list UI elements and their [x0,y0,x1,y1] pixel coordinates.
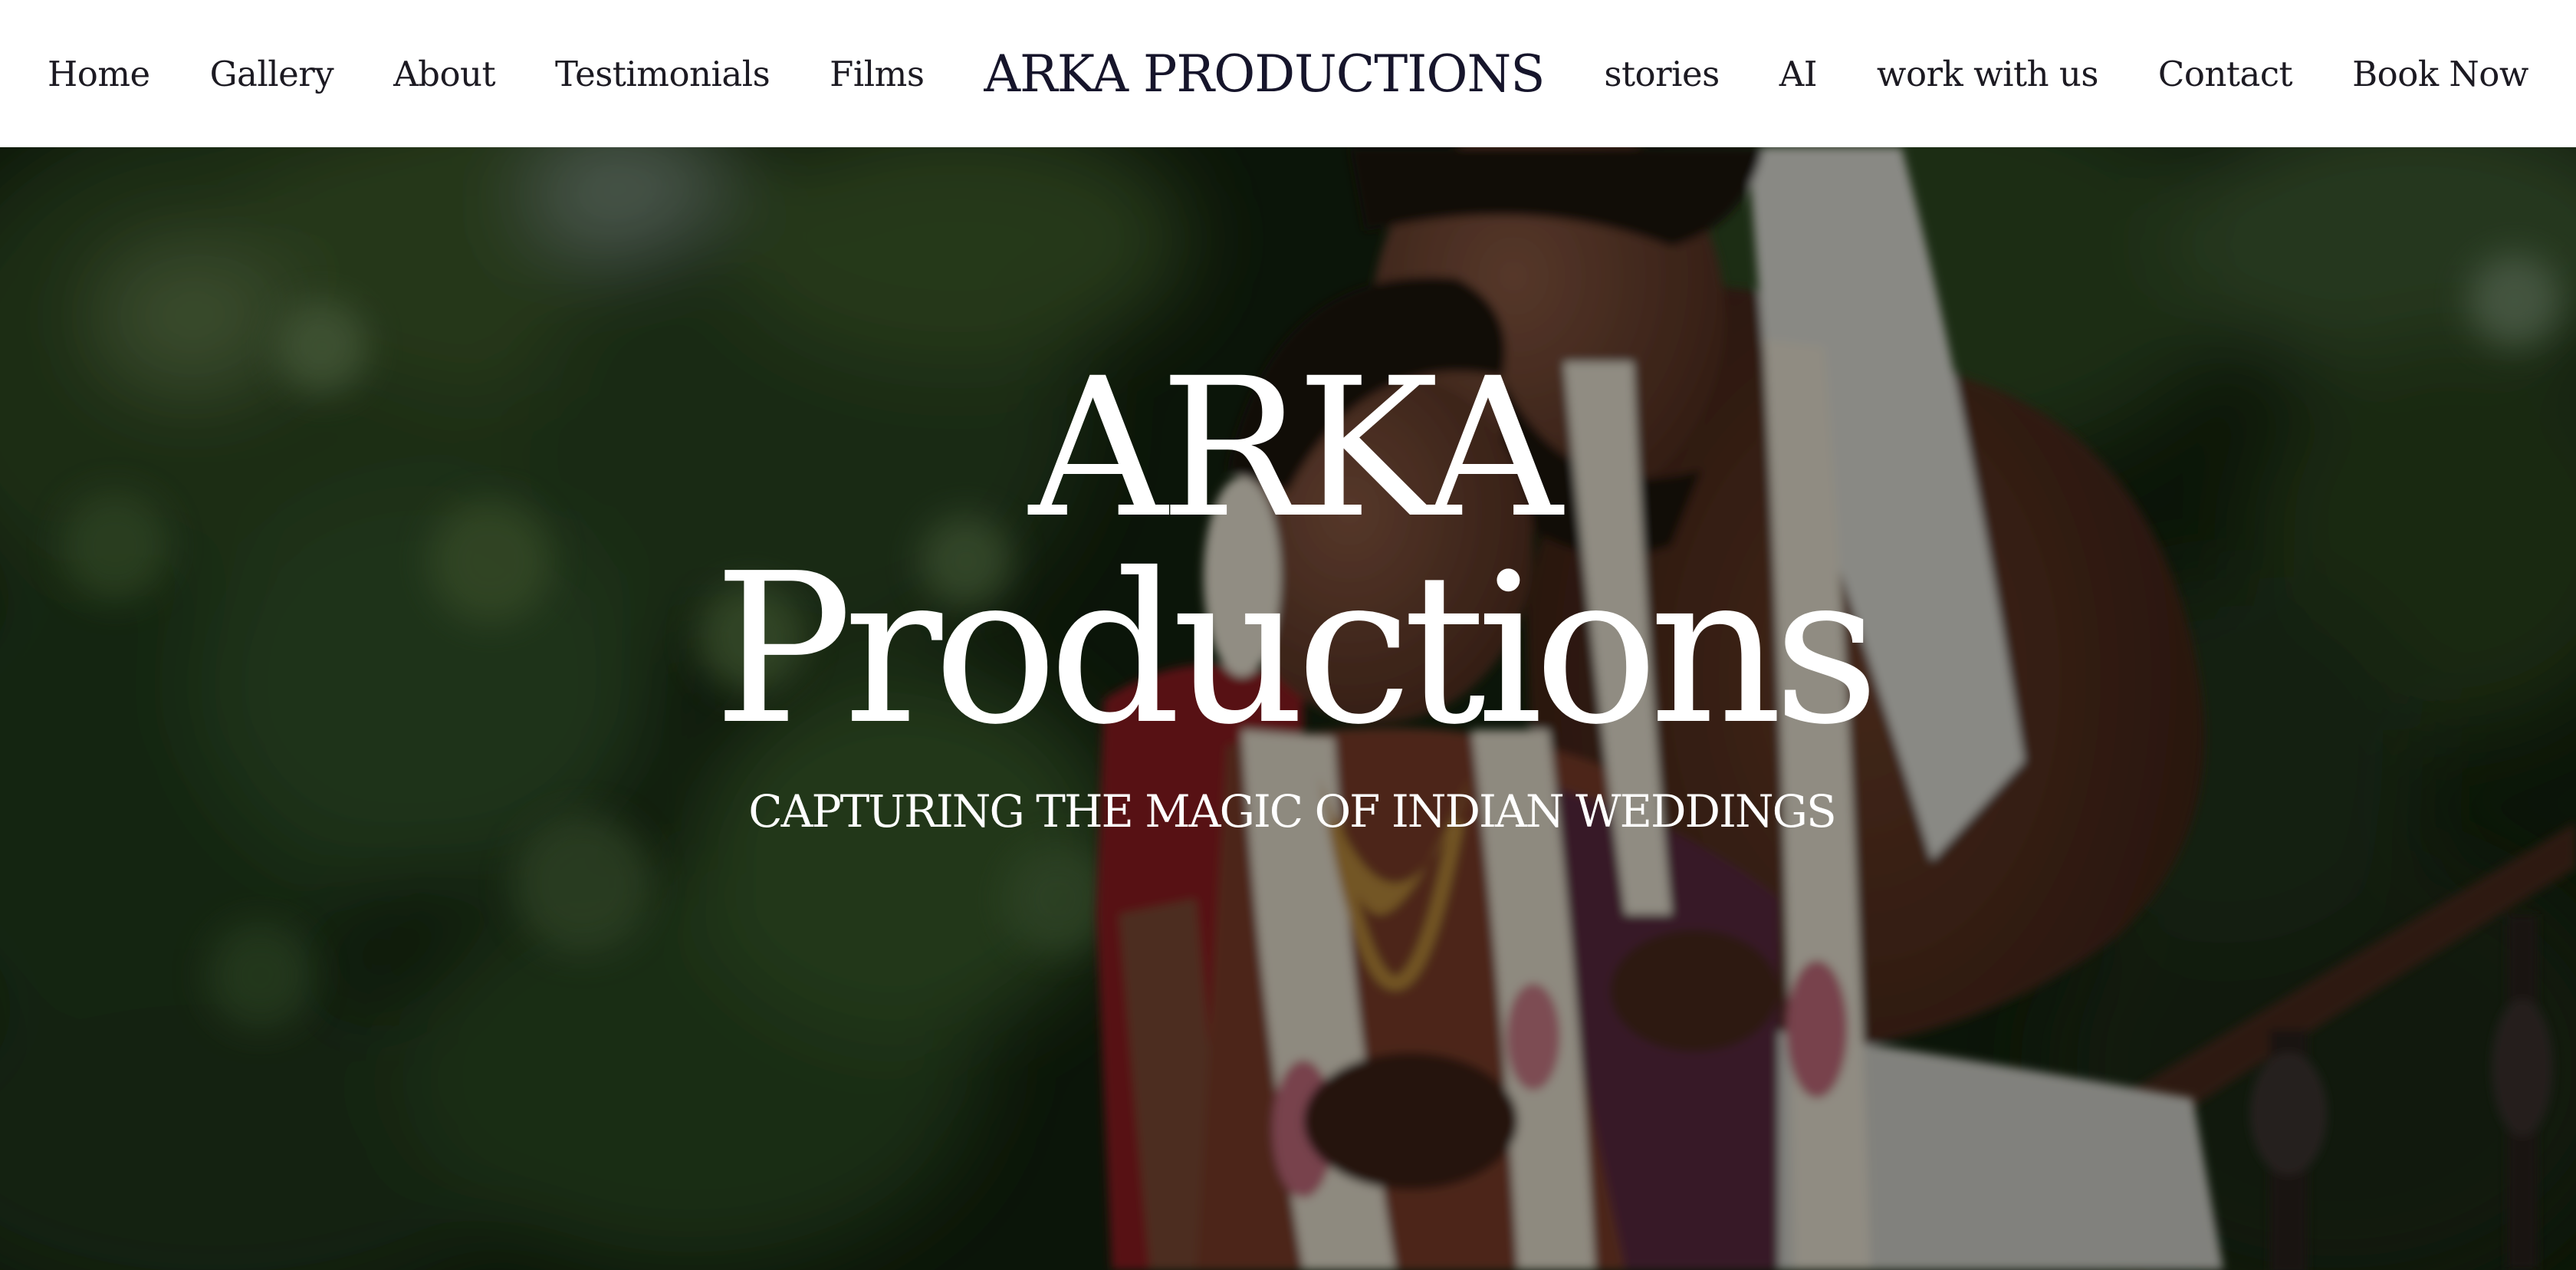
hero-section: ARKA Productions CAPTURING THE MAGIC OF … [0,147,2576,1270]
nav-about[interactable]: About [393,54,495,94]
hero-subtitle: CAPTURING THE MAGIC OF INDIAN WEDDINGS [748,785,1836,837]
nav-stories[interactable]: stories [1604,54,1720,94]
nav-contact[interactable]: Contact [2158,54,2293,94]
nav-ai[interactable]: AI [1779,54,1818,94]
nav-gallery[interactable]: Gallery [210,54,334,94]
nav-book-now[interactable]: Book Now [2352,54,2528,94]
nav-films[interactable]: Films [830,54,925,94]
site-header: Home Gallery About Testimonials Films AR… [0,0,2576,147]
nav-home[interactable]: Home [48,54,150,94]
hero-title-line-2: Productions [713,528,1879,770]
nav-testimonials[interactable]: Testimonials [555,54,770,94]
hero-title-line-1: ARKA [1029,337,1562,560]
nav-work-with-us[interactable]: work with us [1877,54,2099,94]
brand-logo-text[interactable]: ARKA PRODUCTIONS [984,44,1545,104]
